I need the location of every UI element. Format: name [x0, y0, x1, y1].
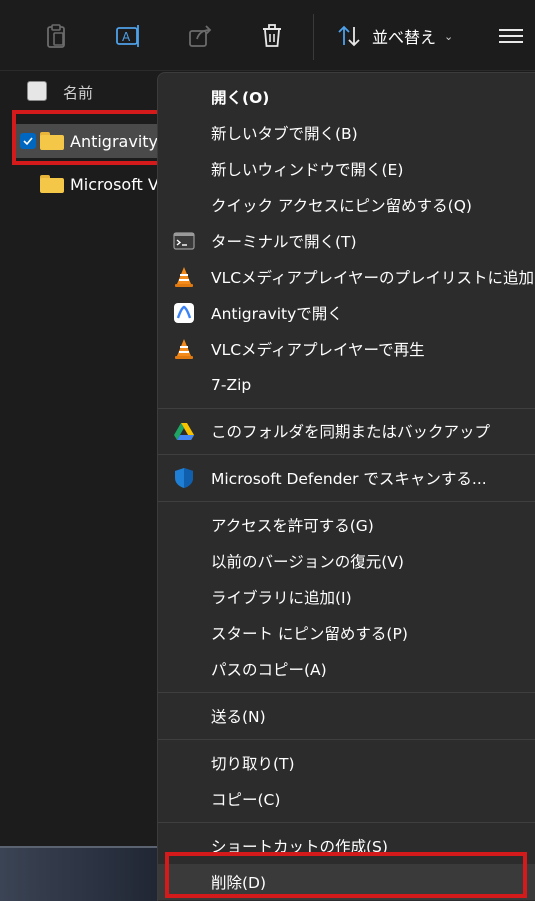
- sort-arrows-icon: [338, 25, 360, 47]
- menu-item-copy-path[interactable]: パスのコピー(A): [158, 651, 535, 687]
- menu-item-vlc-play[interactable]: VLCメディアプレイヤーで再生: [158, 331, 535, 367]
- svg-text:A: A: [122, 30, 131, 44]
- menu-item-label: このフォルダを同期またはバックアップ: [211, 423, 491, 441]
- folder-icon: [40, 175, 64, 193]
- terminal-icon: [172, 229, 196, 253]
- menu-item-label: 送る(N): [211, 708, 266, 726]
- menu-divider: [158, 739, 535, 740]
- menu-item-label: VLCメディアプレイヤーのプレイリストに追加: [211, 269, 535, 287]
- sort-button[interactable]: 並べ替え ⌄: [336, 22, 453, 50]
- menu-item-7zip[interactable]: 7-Zip: [158, 367, 535, 403]
- menu-divider: [158, 454, 535, 455]
- menu-item-label: Microsoft Defender でスキャンする...: [211, 470, 487, 488]
- menu-item-send-to[interactable]: 送る(N): [158, 698, 535, 734]
- menu-item-label: ターミナルで開く(T): [211, 233, 357, 251]
- chevron-down-icon: ⌄: [444, 29, 454, 43]
- menu-item-open-terminal[interactable]: ターミナルで開く(T): [158, 223, 535, 259]
- menu-item-label: クイック アクセスにピン留めする(Q): [211, 197, 472, 215]
- menu-item-label: パスのコピー(A): [211, 661, 327, 679]
- menu-item-label: アクセスを許可する(G): [211, 517, 374, 535]
- desktop-strip: [0, 848, 170, 901]
- menu-divider: [158, 408, 535, 409]
- delete-icon[interactable]: [258, 22, 286, 50]
- antigravity-icon: [172, 301, 196, 325]
- menu-item-defender-scan[interactable]: Microsoft Defender でスキャンする...: [158, 460, 535, 496]
- menu-item-label: Antigravityで開く: [211, 305, 343, 323]
- command-bar: A 並べ替え ⌄: [0, 0, 535, 71]
- google-drive-icon: [172, 419, 196, 443]
- menu-divider: [158, 822, 535, 823]
- menu-divider: [158, 501, 535, 502]
- menu-item-open-new-window[interactable]: 新しいウィンドウで開く(E): [158, 151, 535, 187]
- vlc-icon: [172, 337, 196, 361]
- menu-item-label: コピー(C): [211, 791, 281, 809]
- toolbar-separator: [313, 14, 314, 60]
- menu-item-label: 新しいタブで開く(B): [211, 125, 358, 143]
- list-item-microsoft[interactable]: Microsoft V: [16, 167, 176, 201]
- menu-item-open[interactable]: 開く(O): [158, 79, 535, 115]
- file-name: Microsoft V: [70, 174, 159, 194]
- menu-item-pin-quick-access[interactable]: クイック アクセスにピン留めする(Q): [158, 187, 535, 223]
- rename-icon[interactable]: A: [114, 22, 142, 50]
- vlc-icon: [172, 265, 196, 289]
- menu-item-label: 切り取り(T): [211, 755, 295, 773]
- menu-item-label: 開く(O): [211, 89, 270, 107]
- menu-item-label: 7-Zip: [211, 376, 252, 394]
- highlight-box-selected-folder: [12, 110, 163, 165]
- hamburger-icon[interactable]: [498, 26, 524, 46]
- menu-item-google-drive-sync[interactable]: このフォルダを同期またはバックアップ: [158, 413, 535, 449]
- select-all-checkbox[interactable]: [27, 81, 47, 101]
- menu-item-pin-to-start[interactable]: スタート にピン留めする(P): [158, 615, 535, 651]
- highlight-box-delete: [165, 852, 527, 898]
- menu-item-open-new-tab[interactable]: 新しいタブで開く(B): [158, 115, 535, 151]
- menu-item-add-to-library[interactable]: ライブラリに追加(I): [158, 579, 535, 615]
- menu-item-cut[interactable]: 切り取り(T): [158, 745, 535, 781]
- menu-item-vlc-add-playlist[interactable]: VLCメディアプレイヤーのプレイリストに追加: [158, 259, 535, 295]
- paste-icon[interactable]: [42, 22, 70, 50]
- menu-item-label: VLCメディアプレイヤーで再生: [211, 341, 425, 359]
- menu-item-label: 以前のバージョンの復元(V): [211, 553, 404, 571]
- menu-item-copy[interactable]: コピー(C): [158, 781, 535, 817]
- column-header-name[interactable]: 名前: [63, 82, 93, 103]
- menu-item-label: ライブラリに追加(I): [211, 589, 352, 607]
- menu-item-label: スタート にピン留めする(P): [211, 625, 408, 643]
- sort-label: 並べ替え: [372, 28, 437, 47]
- menu-item-open-antigravity[interactable]: Antigravityで開く: [158, 295, 535, 331]
- menu-divider: [158, 692, 535, 693]
- menu-item-restore-previous[interactable]: 以前のバージョンの復元(V): [158, 543, 535, 579]
- share-icon[interactable]: [186, 22, 214, 50]
- menu-item-label: 新しいウィンドウで開く(E): [211, 161, 404, 179]
- defender-shield-icon: [172, 466, 196, 490]
- context-menu: 開く(O) 新しいタブで開く(B) 新しいウィンドウで開く(E) クイック アク…: [157, 72, 535, 901]
- menu-item-give-access[interactable]: アクセスを許可する(G): [158, 507, 535, 543]
